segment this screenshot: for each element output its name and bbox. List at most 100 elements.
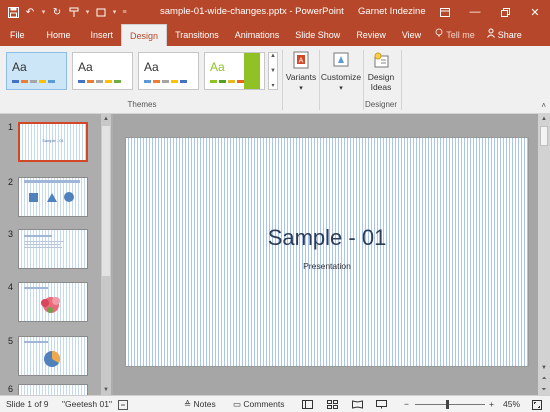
flowers-picture-icon xyxy=(24,287,60,313)
theme-thumbnail-current[interactable]: Aa xyxy=(6,52,67,90)
slide-sorter-icon[interactable] xyxy=(327,396,338,412)
ribbon-divider xyxy=(401,50,402,110)
slide-number: 2 xyxy=(8,177,14,187)
themes-gallery-scroll[interactable]: ▲ ▼ ▾ xyxy=(268,52,278,90)
restore-icon[interactable] xyxy=(490,0,520,24)
signed-in-user[interactable]: Garnet Indezine xyxy=(358,0,426,24)
tab-transitions[interactable]: Transitions xyxy=(167,24,227,46)
design-ideas-label-line2: Ideas xyxy=(370,82,392,92)
slide-subtitle[interactable]: Presentation xyxy=(126,261,528,271)
undo-icon[interactable]: ↶ xyxy=(23,5,37,19)
slide-number: 4 xyxy=(8,282,14,292)
scrollbar-thumb[interactable] xyxy=(102,126,110,276)
tab-slide-show[interactable]: Slide Show xyxy=(287,24,348,46)
theme-color-bars xyxy=(12,80,55,83)
theme-name[interactable]: "Geetesh 01" xyxy=(62,396,112,412)
theme-thumbnail-office-2[interactable]: Aa xyxy=(138,52,199,90)
theme-sample-text: Aa xyxy=(78,60,93,74)
zoom-out-icon[interactable]: − xyxy=(404,396,409,412)
tab-home[interactable]: Home xyxy=(35,24,83,46)
shapes-preview-icon xyxy=(24,180,80,202)
new-slide-icon[interactable] xyxy=(94,5,108,19)
slide-number: 6 xyxy=(8,384,14,394)
slide-thumbnail-4[interactable] xyxy=(18,282,88,322)
title-bar: ↶ ▾ ↻ ▾ ▾ ≡ sample-01-wide-changes.pptx … xyxy=(0,0,550,24)
tell-me-search[interactable]: Tell me xyxy=(429,24,481,46)
window-title: sample-01-wide-changes.pptx - PowerPoint xyxy=(160,6,344,17)
scroll-up-icon[interactable]: ▲ xyxy=(538,114,550,124)
save-icon[interactable] xyxy=(6,5,20,19)
slide-thumbnail-5[interactable] xyxy=(18,336,88,376)
tab-review[interactable]: Review xyxy=(348,24,394,46)
close-icon[interactable]: ✕ xyxy=(520,0,550,24)
scrollbar-thumb[interactable] xyxy=(540,126,548,146)
person-icon xyxy=(486,24,495,46)
design-ideas-button[interactable]: Design Ideas xyxy=(364,50,398,92)
slide-number: 5 xyxy=(8,336,14,346)
design-ribbon: Aa Aa Aa Aa ▲ ▼ ▾ Themes A Variants ▾ Cu… xyxy=(0,46,550,114)
zoom-slider-thumb[interactable] xyxy=(446,400,449,409)
tell-me-label: Tell me xyxy=(446,30,475,40)
tab-insert[interactable]: Insert xyxy=(83,24,122,46)
scroll-up-icon[interactable]: ▲ xyxy=(270,53,276,59)
normal-view-icon[interactable] xyxy=(302,396,313,412)
window-controls: — ✕ xyxy=(430,0,550,24)
notes-button[interactable]: ≙ Notes xyxy=(184,396,216,412)
tab-design[interactable]: Design xyxy=(121,24,168,46)
slide-show-view-icon[interactable] xyxy=(376,396,387,412)
slide-editing-area: Sample - 01 Presentation xyxy=(113,114,538,395)
zoom-level[interactable]: 45% xyxy=(503,396,520,412)
scroll-down-icon[interactable]: ▼ xyxy=(270,68,276,74)
theme-thumbnail-facet[interactable]: Aa xyxy=(204,52,265,90)
zoom-in-icon[interactable]: + xyxy=(489,396,494,412)
fit-to-window-icon[interactable] xyxy=(532,396,542,412)
slide-thumbnail-1[interactable]: Sample - 01 xyxy=(18,122,88,162)
scroll-down-icon[interactable]: ▼ xyxy=(101,385,111,395)
theme-sample-text: Aa xyxy=(12,60,27,74)
variants-dropdown-icon: ▾ xyxy=(299,85,303,92)
zoom-slider-track[interactable] xyxy=(415,404,485,405)
more-themes-icon[interactable]: ▾ xyxy=(271,82,274,89)
variants-label: Variants xyxy=(285,72,317,82)
thumbnail-title: Sample - 01 xyxy=(42,138,64,143)
previous-slide-icon[interactable]: ⏶ xyxy=(538,374,550,384)
scroll-up-icon[interactable]: ▲ xyxy=(101,114,111,124)
tab-view[interactable]: View xyxy=(394,24,429,46)
format-painter-icon[interactable] xyxy=(67,5,81,19)
comments-label: Comments xyxy=(243,399,285,409)
next-slide-icon[interactable]: ⏷ xyxy=(538,385,550,395)
new-slide-dropdown-icon[interactable]: ▾ xyxy=(111,8,118,16)
customize-qat-icon[interactable]: ≡ xyxy=(121,9,128,16)
collapse-ribbon-icon[interactable]: ˄ xyxy=(541,101,546,110)
variants-icon: A xyxy=(291,50,311,70)
thumbnail-scrollbar[interactable]: ▲ ▼ xyxy=(101,114,111,395)
slide-scrollbar[interactable]: ▲ ▼ ⏶ ⏷ xyxy=(538,114,550,395)
current-slide[interactable]: Sample - 01 Presentation xyxy=(125,137,529,367)
tab-file[interactable]: File xyxy=(0,24,35,46)
theme-sample-text: Aa xyxy=(144,60,159,74)
text-preview-icon xyxy=(24,235,64,248)
format-dropdown-icon[interactable]: ▾ xyxy=(84,8,91,16)
minimize-icon[interactable]: — xyxy=(460,0,490,24)
share-button[interactable]: Share xyxy=(481,24,528,46)
scroll-down-icon[interactable]: ▼ xyxy=(538,363,550,373)
slide-thumbnail-3[interactable] xyxy=(18,229,88,269)
accessibility-icon[interactable] xyxy=(118,396,128,412)
theme-accent-stripe xyxy=(244,53,260,89)
theme-color-bars xyxy=(210,80,244,83)
ribbon-display-icon[interactable] xyxy=(430,0,460,24)
theme-color-bars xyxy=(78,80,121,83)
undo-dropdown-icon[interactable]: ▾ xyxy=(40,8,47,16)
comments-button[interactable]: ▭ Comments xyxy=(233,396,285,412)
reading-view-icon[interactable] xyxy=(352,396,363,412)
customize-button[interactable]: Customize ▾ xyxy=(320,50,362,92)
slide-thumbnail-2[interactable] xyxy=(18,177,88,217)
tab-animations[interactable]: Animations xyxy=(227,24,288,46)
slide-thumbnail-6[interactable] xyxy=(18,384,88,395)
slide-number: 1 xyxy=(8,122,14,132)
slide-count[interactable]: Slide 1 of 9 xyxy=(6,396,49,412)
variants-button[interactable]: A Variants ▾ xyxy=(285,50,317,92)
redo-icon[interactable]: ↻ xyxy=(50,5,64,19)
slide-title[interactable]: Sample - 01 xyxy=(126,225,528,251)
theme-thumbnail-office[interactable]: Aa xyxy=(72,52,133,90)
